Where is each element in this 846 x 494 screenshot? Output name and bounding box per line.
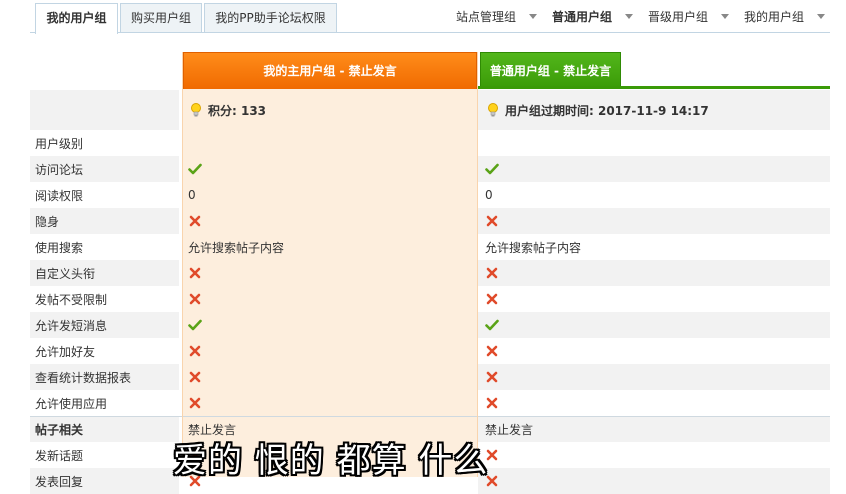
row-shade (30, 90, 179, 130)
lightbulb-icon (488, 103, 498, 117)
row-shade (478, 156, 830, 182)
chevron-down-icon[interactable] (625, 14, 633, 19)
row-label: 发表回复 (35, 474, 84, 489)
video-subtitle: 爱的 恨的 都算 什么 (173, 441, 489, 481)
normal-group-value (485, 364, 499, 390)
tab-buy-usergroup[interactable]: 购买用户组 (120, 3, 202, 32)
row-label: 自定义头衔 (35, 266, 96, 281)
menu-promotion-usergroup[interactable]: 晋级用户组 (648, 0, 708, 32)
row-label: 允许发短消息 (35, 318, 108, 333)
row-label: 用户级别 (35, 136, 84, 151)
row-shade (478, 260, 830, 286)
expiry-info: 用户组过期时间: 2017-11-9 14:17 (485, 90, 709, 130)
row-label: 发帖不受限制 (35, 292, 108, 307)
tab-my-usergroup[interactable]: 我的用户组 (35, 3, 118, 34)
cross-icon (486, 345, 498, 357)
row-label: 允许使用应用 (35, 396, 108, 411)
row-shade (478, 468, 830, 494)
row-label: 使用搜索 (35, 240, 84, 255)
normal-group-value (485, 390, 499, 416)
checkmark-icon (485, 319, 499, 331)
normal-group-value (485, 208, 499, 234)
row-label: 允许加好友 (35, 344, 96, 359)
row-shade (478, 208, 830, 234)
row-label: 访问论坛 (35, 162, 84, 177)
normal-group-value: 允许搜索帖子内容 (485, 234, 581, 260)
cross-icon (486, 267, 498, 279)
normal-group-value: 0 (485, 182, 493, 208)
normal-group-value-text: 0 (485, 188, 493, 202)
chevron-down-icon[interactable] (721, 14, 729, 19)
row-shade (478, 364, 830, 390)
cross-icon (486, 215, 498, 227)
green-header-underline (478, 86, 830, 89)
normal-group-value (485, 312, 499, 338)
cross-icon (486, 293, 498, 305)
normal-group-section-value-text: 禁止发言 (485, 422, 534, 437)
normal-group-value (485, 156, 499, 182)
chevron-down-icon[interactable] (529, 14, 537, 19)
section-label: 帖子相关 (35, 422, 84, 437)
tab-bar: 我的用户组 购买用户组 我的PP助手论坛权限 站点管理组 普通用户组 晋级用户组… (0, 0, 830, 34)
normal-group-value-text: 允许搜索帖子内容 (485, 240, 582, 255)
normal-group-header[interactable]: 普通用户组 - 禁止发言 (480, 52, 621, 89)
normal-group-value (485, 260, 499, 286)
normal-group-value (485, 286, 499, 312)
tab-pp-forum-permissions[interactable]: 我的PP助手论坛权限 (204, 3, 337, 32)
cross-icon (486, 397, 498, 409)
normal-group-value (485, 338, 499, 364)
row-label: 发新话题 (35, 448, 84, 463)
main-group-column-border (182, 52, 478, 477)
normal-group-section-value: 禁止发言 (485, 416, 533, 442)
chevron-down-icon[interactable] (817, 14, 825, 19)
row-label: 隐身 (35, 214, 60, 229)
row-label: 查看统计数据报表 (35, 370, 132, 385)
row-label: 阅读权限 (35, 188, 84, 203)
row-shade (478, 312, 830, 338)
checkmark-icon (485, 163, 499, 175)
menu-normal-usergroup[interactable]: 普通用户组 (552, 0, 612, 32)
expiry-label: 用户组过期时间: 2017-11-9 14:17 (505, 103, 709, 118)
menu-my-usergroup[interactable]: 我的用户组 (744, 0, 804, 32)
cross-icon (486, 371, 498, 383)
menu-site-admin-group[interactable]: 站点管理组 (456, 0, 516, 32)
